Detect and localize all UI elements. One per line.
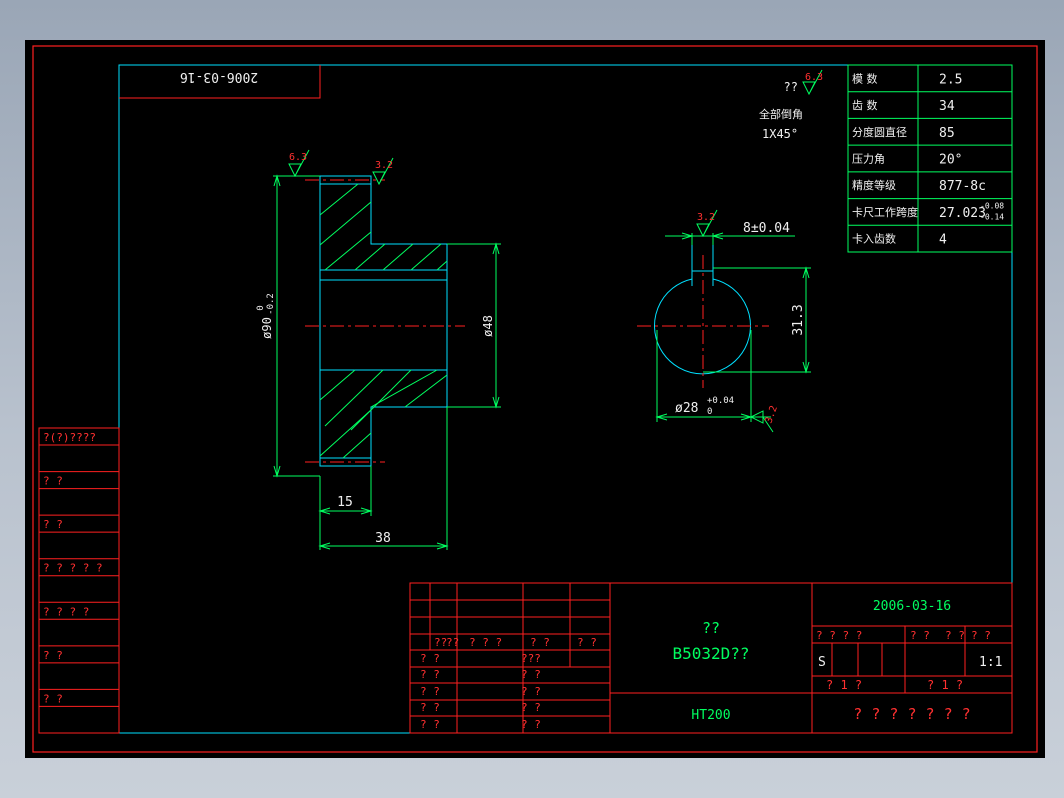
dim-outer-diameter-sub: -0.2: [266, 293, 276, 315]
param-label-2: 分度圆直径: [852, 125, 907, 139]
param-label-5: 卡尺工作跨度: [852, 205, 918, 219]
drawing-sheet: 2006-03-16 ?? 6.3 全部倒角 1X45° 模 数 2.5 齿 数 34…: [32, 45, 1038, 753]
cad-drawing-canvas: 2006-03-16 ?? 6.3 全部倒角 1X45° 模 数 2.5 齿 数 34…: [25, 40, 1045, 758]
gear-side-section-view: ø90 0 -0.2 ø48 15 38 6.3 3.2: [256, 149, 501, 550]
tb-header-3: ? ? ?: [469, 636, 502, 649]
sheet-count-left: ? 1 ?: [826, 678, 862, 692]
dim-bore-sub: 0: [707, 407, 712, 417]
stage-header-1: ? ? ? ?: [816, 629, 862, 642]
tb-mid-row-1: ? ?: [521, 668, 541, 681]
dim-outer-diameter-sup: 0: [256, 305, 266, 310]
tb-left-row-3: ? ?: [420, 701, 440, 714]
stage-header-2: ? ?: [910, 629, 930, 642]
scale: 1:1: [979, 655, 1002, 670]
left-strip-label-4: ? ? ? ?: [43, 605, 89, 618]
tb-header-2: ??: [446, 636, 459, 649]
tb-mid-row-0: ???: [521, 652, 541, 665]
dim-key-depth: 31.3: [791, 304, 806, 335]
param-label-4: 精度等级: [852, 178, 896, 192]
param-value-6: 4: [939, 233, 947, 248]
param-value-3: 20°: [939, 153, 962, 168]
left-strip-label-2: ? ?: [43, 518, 63, 531]
left-strip-label-6: ? ?: [43, 692, 63, 705]
title-date: 2006-03-16: [873, 599, 951, 614]
tb-mid-row-2: ? ?: [521, 685, 541, 698]
tech-note: ?? 6.3 全部倒角 1X45°: [759, 69, 823, 141]
left-strip-label-5: ? ?: [43, 649, 63, 662]
dim-bore-sup: +0.04: [707, 396, 734, 406]
dim-outer-diameter: ø90: [260, 317, 274, 339]
gear-parameter-table: 模 数 2.5 齿 数 34 分度圆直径 85 压力角 20° 精度等级 877-8c 卡尺工作跨度…: [847, 64, 1013, 253]
param-value-2: 85: [939, 126, 955, 141]
left-strip-label-3: ? ? ? ? ?: [43, 562, 103, 575]
tech-note-line1: 全部倒角: [759, 107, 803, 121]
param-value-4: 877-8c: [939, 179, 986, 194]
bore-keyway-view: 8±0.04 31.3 ø28 +0.04 0 3.2 3.2: [637, 209, 811, 433]
roughness-bore: 3.2: [763, 404, 780, 425]
rotated-date: 2006-03-16: [180, 69, 258, 84]
param-sup-5: -0.08: [980, 202, 1004, 211]
title-block-text: ?? ?? ? ? ? ? ? ? ? ?? B5032D?? HT200 20…: [420, 599, 1002, 731]
param-value-0: 2.5: [939, 72, 962, 87]
param-value-1: 34: [939, 99, 955, 114]
roughness-face: 3.2: [375, 160, 393, 171]
sheet-count-right: ? 1 ?: [927, 678, 963, 692]
tech-note-roughness: 6.3: [805, 72, 823, 83]
tech-note-line2: 1X45°: [762, 127, 798, 141]
tb-left-row-1: ? ?: [420, 668, 440, 681]
left-revision-strip: ?(?)???? ? ? ? ? ? ? ? ? ? ? ? ? ? ? ? ? ?: [38, 427, 120, 734]
param-sub-5: -0.14: [980, 213, 1004, 222]
left-strip-label-1: ? ?: [43, 475, 63, 488]
param-label-6: 卡入齿数: [852, 233, 896, 246]
param-label-0: 模 数: [852, 72, 878, 85]
rotated-date-box: 2006-03-16: [119, 65, 321, 99]
dim-total-length: 38: [375, 531, 391, 546]
part-number: B5032D??: [672, 644, 749, 663]
param-label-1: 齿 数: [852, 99, 878, 112]
stage-header-4: ? ?: [971, 629, 991, 642]
param-label-3: 压力角: [852, 153, 885, 166]
part-label: ??: [702, 619, 720, 637]
dim-hub-diameter: ø48: [481, 315, 495, 337]
tb-header-5: ? ?: [577, 636, 597, 649]
left-strip-label-0: ?(?)????: [43, 431, 96, 444]
tb-left-row-0: ? ?: [420, 652, 440, 665]
material: HT200: [691, 708, 730, 723]
stage-header-3: ? ?: [945, 629, 965, 642]
company-name: ? ? ? ? ? ? ?: [853, 705, 970, 723]
dim-bore-diameter: ø28: [675, 401, 698, 416]
dim-face-width: 15: [337, 495, 353, 510]
tech-note-prefix: ??: [784, 80, 798, 94]
tb-header-4: ? ?: [530, 636, 550, 649]
tb-mid-row-3: ? ?: [521, 701, 541, 714]
param-value-5: 27.023: [939, 206, 986, 221]
roughness-key: 3.2: [697, 212, 715, 223]
roughness-outer: 6.3: [289, 152, 307, 163]
stage-mark: S: [818, 655, 826, 670]
tb-left-row-4: ? ?: [420, 718, 440, 731]
tb-left-row-2: ? ?: [420, 685, 440, 698]
dim-key-width: 8±0.04: [743, 221, 790, 236]
tb-mid-row-4: ? ?: [521, 718, 541, 731]
